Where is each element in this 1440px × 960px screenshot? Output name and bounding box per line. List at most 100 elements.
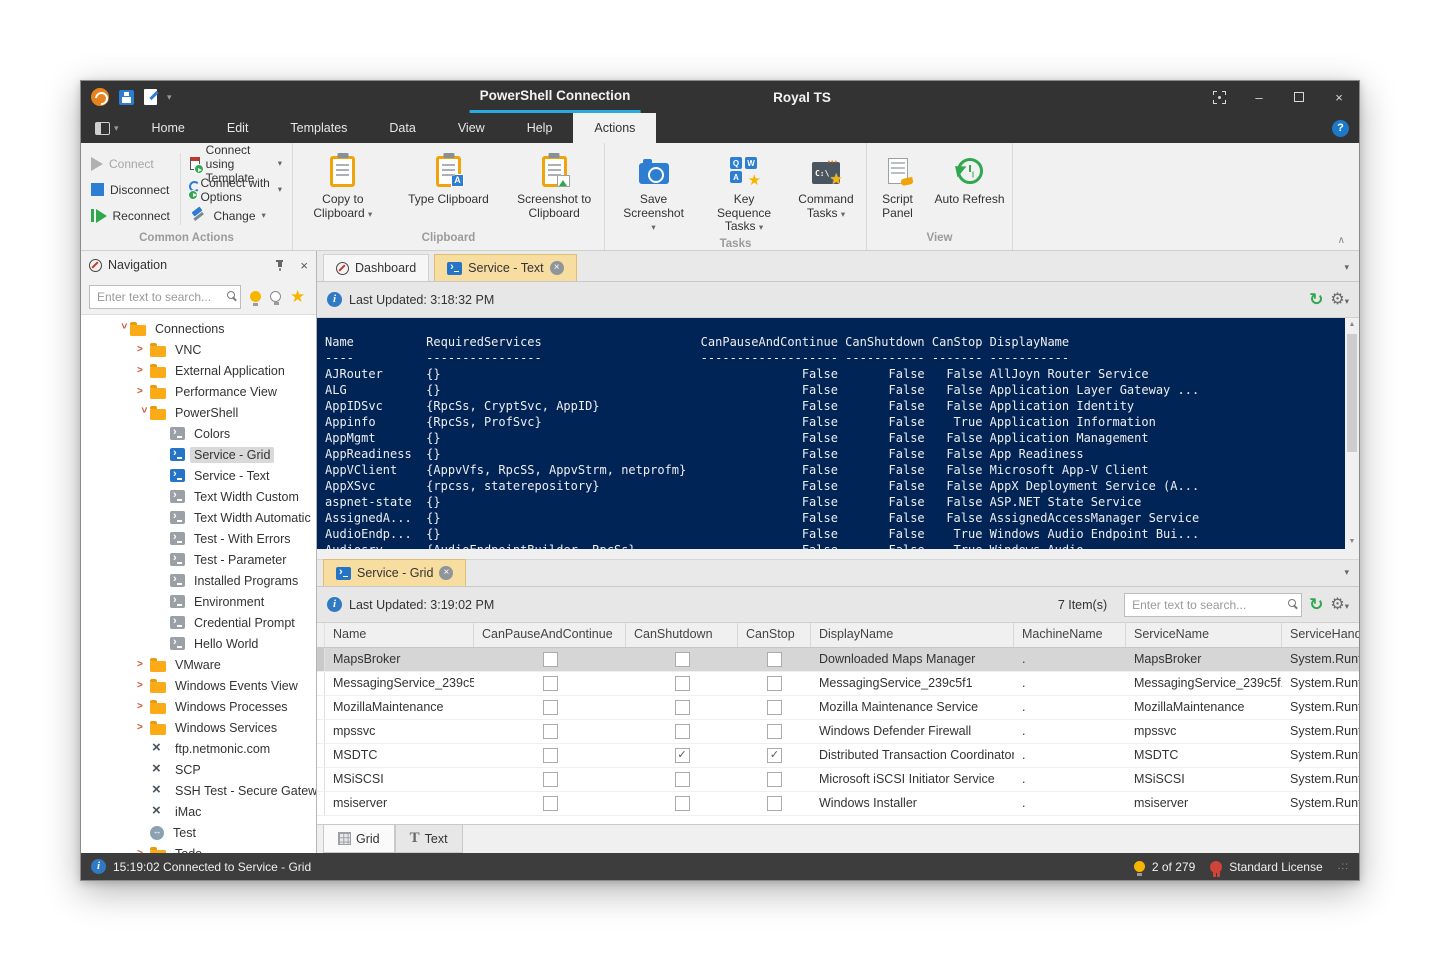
- tree-item-test-with-errors[interactable]: Test - With Errors: [81, 528, 316, 549]
- checkbox-cell-canpauseandcontinue[interactable]: [474, 768, 626, 791]
- grid-column-header-servicename[interactable]: ServiceName: [1126, 623, 1282, 647]
- checkbox-unchecked[interactable]: [767, 700, 782, 715]
- checkbox-unchecked[interactable]: [542, 724, 558, 739]
- checkbox-cell-canshutdown[interactable]: [626, 720, 738, 743]
- fit-window-button[interactable]: [1199, 81, 1239, 113]
- close-tab-icon[interactable]: ×: [439, 566, 454, 580]
- checkbox-cell-canstop[interactable]: [738, 768, 811, 791]
- checkbox-cell-canstop[interactable]: [738, 648, 811, 671]
- grid-search-input[interactable]: [1124, 592, 1303, 617]
- table-row-msiserver[interactable]: msiserver Windows Installer. msiserver Syst…: [317, 792, 1359, 816]
- checkbox-checked[interactable]: ✓: [767, 748, 782, 763]
- menu-tab-view[interactable]: View: [437, 113, 506, 143]
- checkbox-unchecked[interactable]: [767, 796, 782, 811]
- checkbox-cell-canshutdown[interactable]: ✓: [626, 744, 738, 767]
- menu-tab-home[interactable]: Home: [131, 113, 206, 143]
- checkbox-cell-canstop[interactable]: [738, 720, 811, 743]
- collapse-chevron-icon[interactable]: >: [138, 407, 149, 420]
- pin-panel-icon[interactable]: [274, 259, 286, 271]
- checkbox-cell-canshutdown[interactable]: [626, 696, 738, 719]
- connect-using-template-button[interactable]: Connect using Template ▾: [184, 143, 288, 185]
- save-icon[interactable]: [119, 89, 134, 105]
- checkbox-cell-canshutdown[interactable]: [626, 648, 738, 671]
- grid-column-header-displayname[interactable]: DisplayName: [811, 623, 1014, 647]
- checkbox-cell-canstop[interactable]: [738, 696, 811, 719]
- connect-with-options-button[interactable]: Connect with Options ▾: [184, 176, 288, 204]
- tab-list-caret[interactable]: ▾: [1344, 262, 1349, 273]
- checkbox-unchecked[interactable]: [674, 772, 690, 787]
- table-row-mozillamaintenance[interactable]: MozillaMaintenance Mozilla Maintenance Se…: [317, 696, 1359, 720]
- disconnect-button[interactable]: Disconnect: [85, 177, 176, 202]
- grid-column-header-canpauseandcontinue[interactable]: CanPauseAndContinue: [474, 623, 626, 647]
- checkbox-cell-canpauseandcontinue[interactable]: [474, 792, 626, 815]
- checkbox-cell-canshutdown[interactable]: [626, 792, 738, 815]
- change-button[interactable]: Change ▾: [184, 203, 288, 228]
- auto-refresh-button[interactable]: Auto Refresh: [932, 149, 1008, 207]
- maximize-button[interactable]: [1279, 81, 1319, 113]
- checkbox-unchecked[interactable]: [542, 700, 558, 715]
- tree-item-environment[interactable]: Environment: [81, 591, 316, 612]
- help-button[interactable]: ?: [1332, 119, 1349, 137]
- close-tab-icon[interactable]: ×: [549, 261, 564, 275]
- checkbox-unchecked[interactable]: [767, 772, 782, 787]
- tree-item-windows-processes[interactable]: > Windows Processes: [81, 696, 316, 717]
- table-row-messagingservice_239c5f1[interactable]: MessagingService_239c5f1 MessagingService…: [317, 672, 1359, 696]
- grid-column-header-name[interactable]: Name: [325, 623, 474, 647]
- expand-chevron-icon[interactable]: >: [137, 659, 150, 670]
- type-clipboard-button[interactable]: A Type Clipboard: [403, 149, 495, 207]
- tree-item-ftp-netmonic-com[interactable]: ftp.netmonic.com: [81, 738, 316, 759]
- expand-chevron-icon[interactable]: >: [137, 386, 150, 397]
- scroll-up-icon[interactable]: ▲: [1349, 318, 1356, 332]
- tree-item-scp[interactable]: SCP: [81, 759, 316, 780]
- tree-item-performance-view[interactable]: > Performance View: [81, 381, 316, 402]
- checkbox-cell-canstop[interactable]: ✓: [738, 744, 811, 767]
- status-bulb-icon[interactable]: [1133, 861, 1145, 876]
- tree-item-credential-prompt[interactable]: Credential Prompt: [81, 612, 316, 633]
- favorites-star-icon[interactable]: ★: [290, 288, 305, 305]
- menu-tab-edit[interactable]: Edit: [206, 113, 270, 143]
- app-logo-icon[interactable]: [91, 88, 109, 106]
- checkbox-cell-canpauseandcontinue[interactable]: [474, 696, 626, 719]
- gear-icon[interactable]: ⚙▾: [1330, 291, 1349, 308]
- table-row-mpssvc[interactable]: mpssvc Windows Defender Firewall. mpssvc Sy…: [317, 720, 1359, 744]
- grid-column-header-machinename[interactable]: MachineName: [1014, 623, 1126, 647]
- expand-chevron-icon[interactable]: >: [137, 344, 150, 355]
- connection-title-tab[interactable]: PowerShell Connection: [469, 81, 641, 113]
- checkbox-cell-canpauseandcontinue[interactable]: [474, 648, 626, 671]
- tree-item-vnc[interactable]: > VNC: [81, 339, 316, 360]
- tree-item-todo[interactable]: >Todo: [81, 843, 316, 853]
- table-row-msiscsi[interactable]: MSiSCSI Microsoft iSCSI Initiator Service…: [317, 768, 1359, 792]
- collapse-ribbon-button[interactable]: ∧: [1338, 235, 1345, 246]
- tree-item-text-width-custom[interactable]: Text Width Custom: [81, 486, 316, 507]
- close-panel-icon[interactable]: ×: [300, 259, 308, 272]
- checkbox-cell-canpauseandcontinue[interactable]: [474, 672, 626, 695]
- resize-grip[interactable]: .::: [1338, 861, 1349, 872]
- tree-item-test-parameter[interactable]: Test - Parameter: [81, 549, 316, 570]
- checkbox-cell-canshutdown[interactable]: [626, 672, 738, 695]
- checkbox-cell-canshutdown[interactable]: [626, 768, 738, 791]
- expand-chevron-icon[interactable]: >: [137, 365, 150, 376]
- bulb-off-icon[interactable]: [270, 291, 281, 305]
- terminal-scrollbar[interactable]: ▲ ▼: [1345, 318, 1359, 549]
- tree-item-imac[interactable]: iMac: [81, 801, 316, 822]
- screenshot-to-clipboard-button[interactable]: Screenshot to Clipboard: [508, 149, 600, 220]
- tree-item-hello-world[interactable]: Hello World: [81, 633, 316, 654]
- minimize-button[interactable]: –: [1239, 81, 1279, 113]
- grid-column-header-canstop[interactable]: CanStop: [738, 623, 811, 647]
- tree-item-text-width-automatic[interactable]: Text Width Automatic: [81, 507, 316, 528]
- checkbox-checked[interactable]: ✓: [674, 748, 690, 763]
- gear-icon[interactable]: ⚙▾: [1330, 596, 1349, 613]
- table-row-msdtc[interactable]: MSDTC ✓ ✓ Distributed Transaction Coordinat…: [317, 744, 1359, 768]
- connect-button[interactable]: Connect: [85, 151, 176, 176]
- checkbox-unchecked[interactable]: [542, 796, 558, 811]
- tree-item-external-application[interactable]: > External Application: [81, 360, 316, 381]
- qat-dropdown-caret[interactable]: ▾: [167, 92, 172, 103]
- checkbox-cell-canpauseandcontinue[interactable]: [474, 744, 626, 767]
- refresh-icon[interactable]: ↻: [1309, 291, 1323, 308]
- close-button[interactable]: ×: [1319, 81, 1359, 113]
- tree-item-installed-programs[interactable]: Installed Programs: [81, 570, 316, 591]
- tree-item-windows-services[interactable]: > Windows Services: [81, 717, 316, 738]
- tab-service-text[interactable]: Service - Text ×: [434, 254, 577, 281]
- checkbox-unchecked[interactable]: [542, 676, 558, 691]
- tree-item-powershell[interactable]: > PowerShell: [81, 402, 316, 423]
